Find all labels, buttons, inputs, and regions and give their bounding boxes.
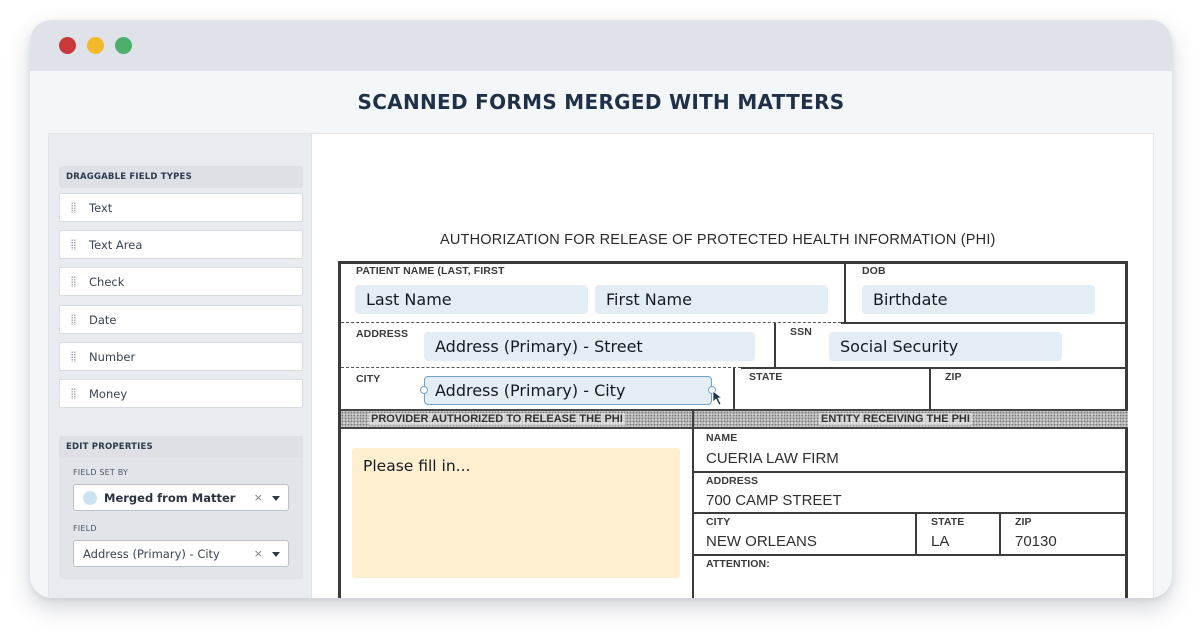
editor-content: DRAGGABLE FIELD TYPES Text Text Area Che…	[48, 133, 1154, 598]
document-title: AUTHORIZATION FOR RELEASE OF PROTECTED H…	[440, 232, 996, 248]
entity-address-label: ADDRESS	[706, 475, 759, 487]
divider	[915, 513, 917, 554]
clear-icon[interactable]: ×	[254, 547, 263, 560]
divider	[693, 471, 1125, 473]
provider-text-area-field[interactable]: Please fill in...	[352, 448, 680, 578]
resize-handle-left[interactable]	[420, 386, 428, 394]
field-type-number[interactable]: Number	[59, 342, 303, 371]
divider	[733, 368, 735, 410]
entity-zip-label: ZIP	[1015, 516, 1032, 528]
dob-label: DOB	[862, 265, 886, 277]
state-label: STATE	[749, 371, 783, 383]
divider	[693, 554, 1125, 556]
divider	[341, 322, 841, 323]
entity-city-value: NEW ORLEANS	[706, 533, 817, 550]
chevron-down-icon[interactable]	[272, 552, 280, 557]
field-set-by-select[interactable]: Merged from Matter ×	[73, 484, 289, 511]
merge-field-city-text: Address (Primary) - City	[435, 381, 626, 400]
field-type-date[interactable]: Date	[59, 305, 303, 334]
sidebar: DRAGGABLE FIELD TYPES Text Text Area Che…	[49, 134, 312, 598]
entity-address-value: 700 CAMP STREET	[706, 492, 842, 509]
edit-properties-panel: EDIT PROPERTIES FIELD SET BY Merged from…	[59, 436, 303, 579]
field-type-label: Check	[89, 275, 125, 289]
field-type-check[interactable]: Check	[59, 267, 303, 296]
document-canvas: AUTHORIZATION FOR RELEASE OF PROTECTED H…	[312, 134, 1153, 598]
merge-field-street[interactable]: Address (Primary) - Street	[424, 332, 755, 361]
edit-properties-heading: EDIT PROPERTIES	[59, 436, 303, 458]
entity-attention-label: ATTENTION:	[706, 558, 770, 570]
mouse-pointer-icon	[712, 390, 724, 406]
divider	[341, 367, 741, 368]
merge-field-birthdate[interactable]: Birthdate	[862, 285, 1095, 314]
field-type-label: Text Area	[89, 238, 143, 252]
drag-handle-icon[interactable]	[71, 388, 76, 399]
entity-state-value: LA	[931, 533, 950, 550]
divider	[844, 264, 846, 322]
divider	[929, 368, 931, 410]
entity-section-title: ENTITY RECEIVING THE PHI	[819, 413, 972, 425]
entity-state-label: STATE	[931, 516, 965, 528]
title-bar	[30, 20, 1172, 71]
zip-label: ZIP	[945, 371, 962, 383]
drag-handle-icon[interactable]	[71, 276, 76, 287]
merge-field-city-selected[interactable]: Address (Primary) - City	[420, 376, 716, 405]
divider	[999, 513, 1001, 554]
app-window: SCANNED FORMS MERGED WITH MATTERS DRAGGA…	[30, 20, 1172, 598]
field-type-label: Money	[89, 387, 128, 401]
field-type-label: Text	[89, 201, 113, 215]
merge-color-swatch-icon	[83, 491, 97, 505]
close-window-button[interactable]	[59, 37, 76, 54]
patient-name-label: PATIENT NAME (LAST, FIRST	[356, 265, 505, 277]
divider	[774, 323, 776, 367]
minimize-window-button[interactable]	[87, 37, 104, 54]
merge-field-first-name[interactable]: First Name	[595, 285, 828, 314]
maximize-window-button[interactable]	[115, 37, 132, 54]
city-label: CITY	[356, 373, 381, 385]
provider-section-title: PROVIDER AUTHORIZED TO RELEASE THE PHI	[369, 413, 625, 425]
provider-section-header: PROVIDER AUTHORIZED TO RELEASE THE PHI	[341, 409, 693, 429]
divider	[693, 512, 1125, 514]
merge-field-last-name[interactable]: Last Name	[355, 285, 588, 314]
entity-city-label: CITY	[706, 516, 731, 528]
entity-name-label: NAME	[706, 432, 738, 444]
entity-name-value: CUERIA LAW FIRM	[706, 450, 839, 467]
entity-zip-value: 70130	[1015, 533, 1057, 550]
chevron-down-icon[interactable]	[272, 496, 280, 501]
field-value: Address (Primary) - City	[83, 547, 220, 561]
field-label: FIELD	[73, 524, 97, 533]
field-type-money[interactable]: Money	[59, 379, 303, 408]
merge-field-social-security[interactable]: Social Security	[829, 332, 1062, 361]
address-label: ADDRESS	[356, 328, 409, 340]
field-select[interactable]: Address (Primary) - City ×	[73, 540, 289, 567]
clear-icon[interactable]: ×	[254, 491, 263, 504]
drag-handle-icon[interactable]	[71, 202, 76, 213]
field-type-text-area[interactable]: Text Area	[59, 230, 303, 259]
field-types-heading: DRAGGABLE FIELD TYPES	[59, 166, 303, 188]
divider	[692, 409, 694, 598]
entity-section-header: ENTITY RECEIVING THE PHI	[693, 409, 1128, 429]
field-type-text[interactable]: Text	[59, 193, 303, 222]
field-set-by-value: Merged from Matter	[104, 491, 236, 505]
ssn-label: SSN	[790, 326, 812, 338]
drag-handle-icon[interactable]	[71, 314, 76, 325]
divider	[741, 367, 1128, 369]
drag-handle-icon[interactable]	[71, 239, 76, 250]
field-type-label: Date	[89, 313, 117, 327]
drag-handle-icon[interactable]	[71, 351, 76, 362]
divider	[841, 322, 1128, 324]
field-type-label: Number	[89, 350, 136, 364]
page-title: SCANNED FORMS MERGED WITH MATTERS	[357, 90, 845, 114]
field-set-by-label: FIELD SET BY	[73, 468, 129, 477]
